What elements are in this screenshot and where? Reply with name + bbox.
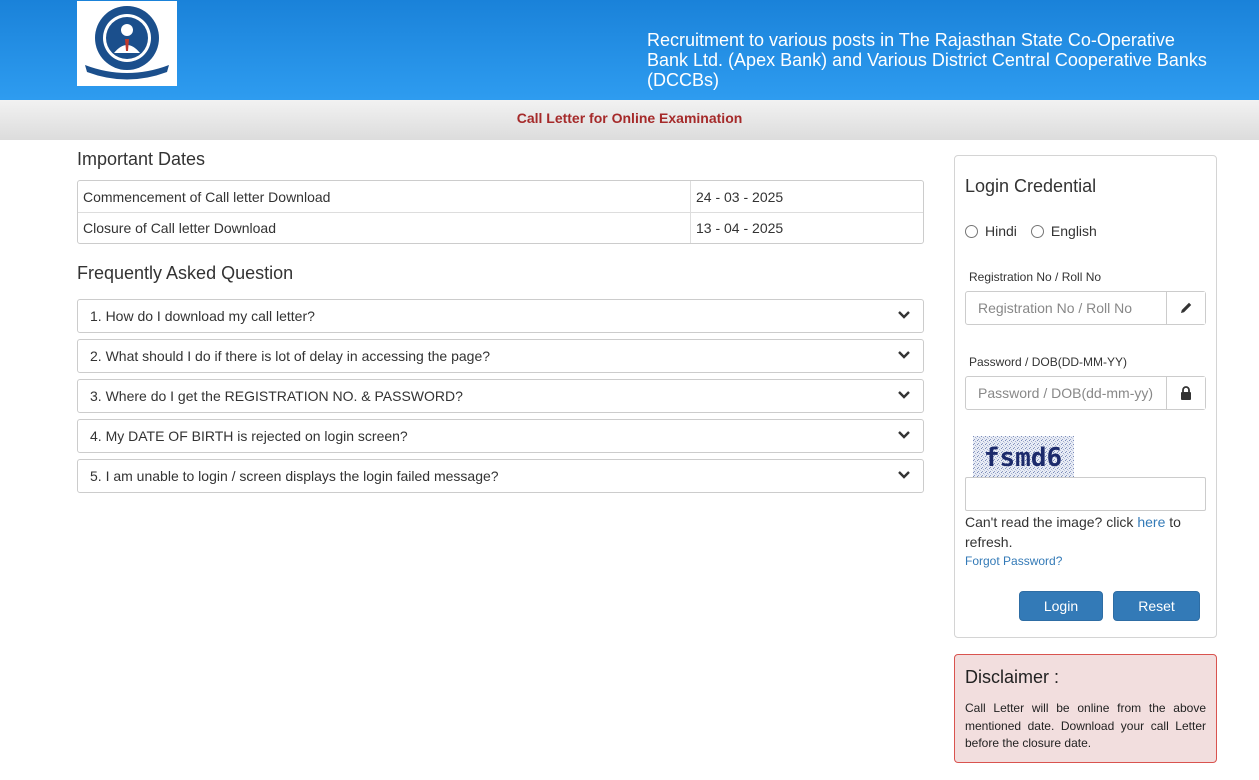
reset-button[interactable]: Reset xyxy=(1113,591,1200,621)
disclaimer-panel: Disclaimer : Call Letter will be online … xyxy=(954,654,1217,763)
faq-item-5[interactable]: 5. I am unable to login / screen display… xyxy=(77,459,924,493)
chevron-down-icon xyxy=(898,351,910,359)
captcha-text: fsmd6 xyxy=(984,443,1062,473)
captcha-help-prefix: Can't read the image? click xyxy=(965,514,1138,530)
faq-question: 4. My DATE OF BIRTH is rejected on login… xyxy=(90,428,408,444)
lock-icon xyxy=(1181,386,1191,400)
registration-input-group xyxy=(965,291,1206,325)
radio-label-hindi[interactable]: Hindi xyxy=(985,223,1017,239)
page-title: Recruitment to various posts in The Raja… xyxy=(647,30,1207,90)
chevron-down-icon xyxy=(898,391,910,399)
page-header: Recruitment to various posts in The Raja… xyxy=(0,0,1259,100)
captcha-input[interactable] xyxy=(965,477,1206,511)
chevron-down-icon xyxy=(898,311,910,319)
chevron-down-icon xyxy=(898,431,910,439)
radio-english[interactable] xyxy=(1030,224,1044,238)
faq-question: 3. Where do I get the REGISTRATION NO. &… xyxy=(90,388,463,404)
registration-label: Registration No / Roll No xyxy=(969,270,1102,284)
faq-item-3[interactable]: 3. Where do I get the REGISTRATION NO. &… xyxy=(77,379,924,413)
bank-logo-icon xyxy=(85,6,169,80)
table-row: Commencement of Call letter Download 24 … xyxy=(78,181,923,212)
bank-logo xyxy=(77,1,177,86)
password-label: Password / DOB(DD-MM-YY) xyxy=(969,355,1128,369)
date-label: Closure of Call letter Download xyxy=(78,212,690,243)
faq-question: 5. I am unable to login / screen display… xyxy=(90,468,499,484)
password-input[interactable] xyxy=(966,377,1166,409)
faq-item-4[interactable]: 4. My DATE OF BIRTH is rejected on login… xyxy=(77,419,924,453)
registration-input[interactable] xyxy=(966,292,1166,324)
faq-item-2[interactable]: 2. What should I do if there is lot of d… xyxy=(77,339,924,373)
radio-hindi[interactable] xyxy=(965,224,978,238)
date-label: Commencement of Call letter Download xyxy=(83,188,331,205)
forgot-password-link[interactable]: Forgot Password? xyxy=(965,554,1062,568)
chevron-down-icon xyxy=(898,471,910,479)
table-row: Closure of Call letter Download 13 - 04 … xyxy=(78,212,923,243)
login-title: Login Credential xyxy=(965,176,1097,196)
faq-question: 1. How do I download my call letter? xyxy=(90,308,315,324)
captcha-help: Can't read the image? click here to refr… xyxy=(965,512,1205,552)
date-value: 24 - 03 - 2025 xyxy=(690,181,923,212)
subheader-bar: Call Letter for Online Examination xyxy=(0,100,1259,140)
date-value: 13 - 04 - 2025 xyxy=(690,212,923,243)
language-selector: Hindi English xyxy=(965,223,1111,239)
pencil-icon xyxy=(1181,302,1192,313)
important-dates-table: Commencement of Call letter Download 24 … xyxy=(77,180,924,244)
captcha-refresh-link[interactable]: here xyxy=(1137,514,1165,530)
pencil-icon-addon xyxy=(1166,292,1205,324)
faq-heading: Frequently Asked Question xyxy=(77,263,294,283)
disclaimer-text: Call Letter will be online from the abov… xyxy=(965,701,1206,750)
login-panel: Login Credential Hindi English Registrat… xyxy=(954,155,1217,638)
faq-question: 2. What should I do if there is lot of d… xyxy=(90,348,491,364)
subheader-title: Call Letter for Online Examination xyxy=(516,110,743,126)
radio-label-english[interactable]: English xyxy=(1051,223,1097,239)
login-button[interactable]: Login xyxy=(1019,591,1103,621)
faq-item-1[interactable]: 1. How do I download my call letter? xyxy=(77,299,924,333)
important-dates-heading: Important Dates xyxy=(77,149,206,169)
password-input-group xyxy=(965,376,1206,410)
captcha-image: fsmd6 xyxy=(973,436,1074,477)
disclaimer-title: Disclaimer : xyxy=(965,667,1060,687)
lock-icon-addon xyxy=(1166,377,1205,409)
